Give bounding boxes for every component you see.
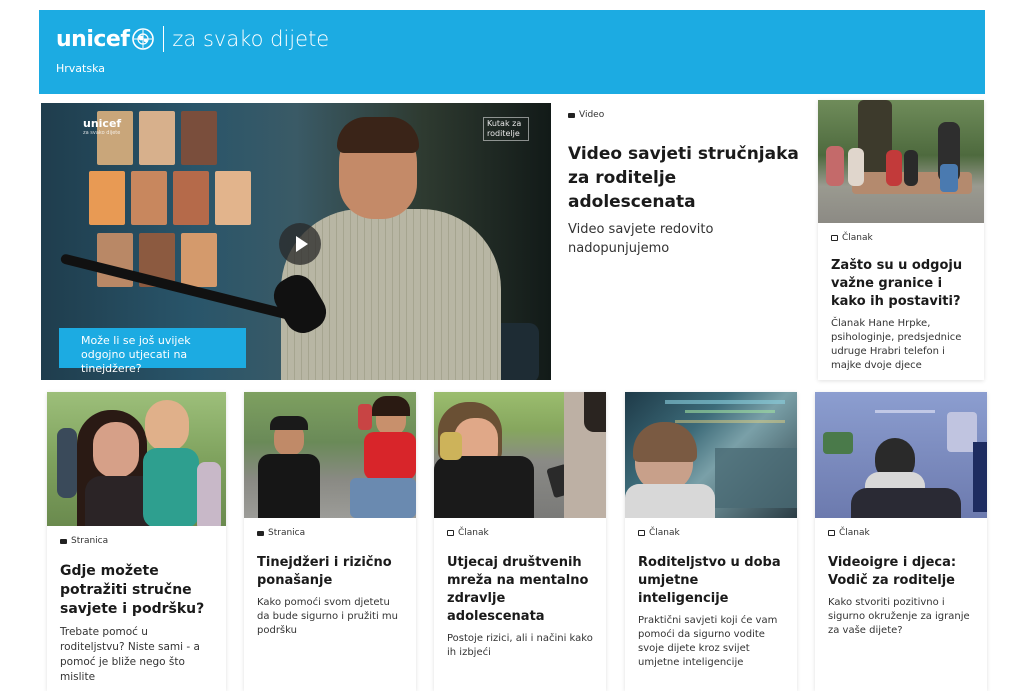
- card-support[interactable]: Stranica Gdje možete potražiti stručne s…: [47, 392, 226, 691]
- card-videogames[interactable]: Članak Videoigre i djeca: Vodič za rodit…: [815, 392, 987, 691]
- card-title[interactable]: Roditeljstvo u doba umjetne inteligencij…: [638, 554, 784, 608]
- card-image: [244, 392, 416, 518]
- card-body: Stranica Tinejdžeri i rizično ponašanje …: [244, 518, 416, 638]
- video-series-mark: Kutak za roditelje: [483, 117, 529, 141]
- feature-title[interactable]: Video savjeti stručnjaka za roditelje ad…: [568, 142, 808, 214]
- feature-text-block: Video Video savjeti stručnjaka za rodite…: [568, 110, 808, 258]
- card-type-label: Stranica: [268, 528, 306, 538]
- card-risk-behaviour[interactable]: Stranica Tinejdžeri i rizično ponašanje …: [244, 392, 416, 691]
- card-body: Članak Roditeljstvo u doba umjetne intel…: [625, 518, 797, 670]
- card-body: Stranica Gdje možete potražiti stručne s…: [47, 526, 226, 685]
- card-body: Članak Zašto su u odgoju važne granice i…: [818, 223, 984, 373]
- card-image: [47, 392, 226, 526]
- card-description: Postoje rizici, ali i načini kako ih izb…: [447, 633, 593, 658]
- card-description: Trebate pomoć u roditeljstvu? Niste sami…: [60, 626, 200, 683]
- card-title[interactable]: Utjecaj društvenih mreža na mentalno zdr…: [447, 554, 593, 626]
- card-type-tag: Članak: [447, 528, 593, 538]
- card-type-tag: Stranica: [257, 528, 403, 538]
- article-icon: [638, 530, 645, 536]
- feature-subtitle: Video savjete redovito nadopunjujemo: [568, 222, 714, 256]
- card-type-label: Članak: [839, 528, 870, 538]
- card-ai-parenting[interactable]: Članak Roditeljstvo u doba umjetne intel…: [625, 392, 797, 691]
- logo-wordmark: unicef: [56, 26, 130, 52]
- card-description: Kako stvoriti pozitivno i sigurno okruže…: [828, 597, 970, 636]
- card-type-tag: Članak: [831, 233, 971, 243]
- feature-type-label: Video: [579, 110, 605, 120]
- video-logo-sub: za svako dijete: [83, 130, 121, 136]
- card-title[interactable]: Videoigre i djeca: Vodič za roditelje: [828, 554, 974, 590]
- card-type-tag: Članak: [638, 528, 784, 538]
- video-unicef-logo: unicef za svako dijete: [83, 117, 121, 136]
- article-icon: [831, 235, 838, 241]
- card-type-tag: Stranica: [60, 536, 213, 546]
- card-title[interactable]: Gdje možete potražiti stručne savjete i …: [60, 562, 213, 619]
- video-logo-text: unicef: [83, 117, 122, 130]
- card-description: Članak Hane Hrpke, psihologinje, predsje…: [831, 318, 962, 371]
- card-body: Članak Utjecaj društvenih mreža na menta…: [434, 518, 606, 660]
- card-image: [815, 392, 987, 518]
- hero-video[interactable]: unicef za svako dijete Kutak za roditelj…: [41, 103, 551, 380]
- card-image: [818, 100, 984, 223]
- unicef-emblem-icon: [131, 27, 155, 51]
- video-icon: [568, 112, 575, 118]
- card-type-label: Članak: [458, 528, 489, 538]
- speaker-hair: [337, 117, 419, 153]
- side-card[interactable]: Članak Zašto su u odgoju važne granice i…: [818, 100, 984, 380]
- country-label[interactable]: Hrvatska: [56, 62, 105, 75]
- card-image: [434, 392, 606, 518]
- card-type-tag: Članak: [828, 528, 974, 538]
- card-title[interactable]: Zašto su u odgoju važne granice i kako i…: [831, 257, 971, 311]
- card-type-label: Članak: [649, 528, 680, 538]
- article-icon: [447, 530, 454, 536]
- card-description: Kako pomoći svom djetetu da bude sigurno…: [257, 597, 399, 636]
- site-header: unicef za svako dijete Hrvatska: [39, 10, 985, 94]
- card-type-label: Stranica: [71, 536, 109, 546]
- card-body: Članak Videoigre i djeca: Vodič za rodit…: [815, 518, 987, 638]
- card-type-label: Članak: [842, 233, 873, 243]
- logo-separator: [163, 26, 165, 52]
- play-icon: [296, 236, 308, 252]
- card-image: [625, 392, 797, 518]
- page-icon: [257, 530, 264, 536]
- logo-tagline: za svako dijete: [172, 27, 330, 51]
- feature-type-tag: Video: [568, 110, 808, 120]
- card-title[interactable]: Tinejdžeri i rizično ponašanje: [257, 554, 403, 590]
- card-description: Praktični savjeti koji će vam pomoći da …: [638, 615, 778, 668]
- unicef-logo[interactable]: unicef za svako dijete: [56, 26, 329, 52]
- play-button[interactable]: [279, 223, 321, 265]
- page-icon: [60, 538, 67, 544]
- video-caption: Može li se još uvijek odgojno utjecati n…: [59, 328, 246, 375]
- card-social-media[interactable]: Članak Utjecaj društvenih mreža na menta…: [434, 392, 606, 691]
- article-icon: [828, 530, 835, 536]
